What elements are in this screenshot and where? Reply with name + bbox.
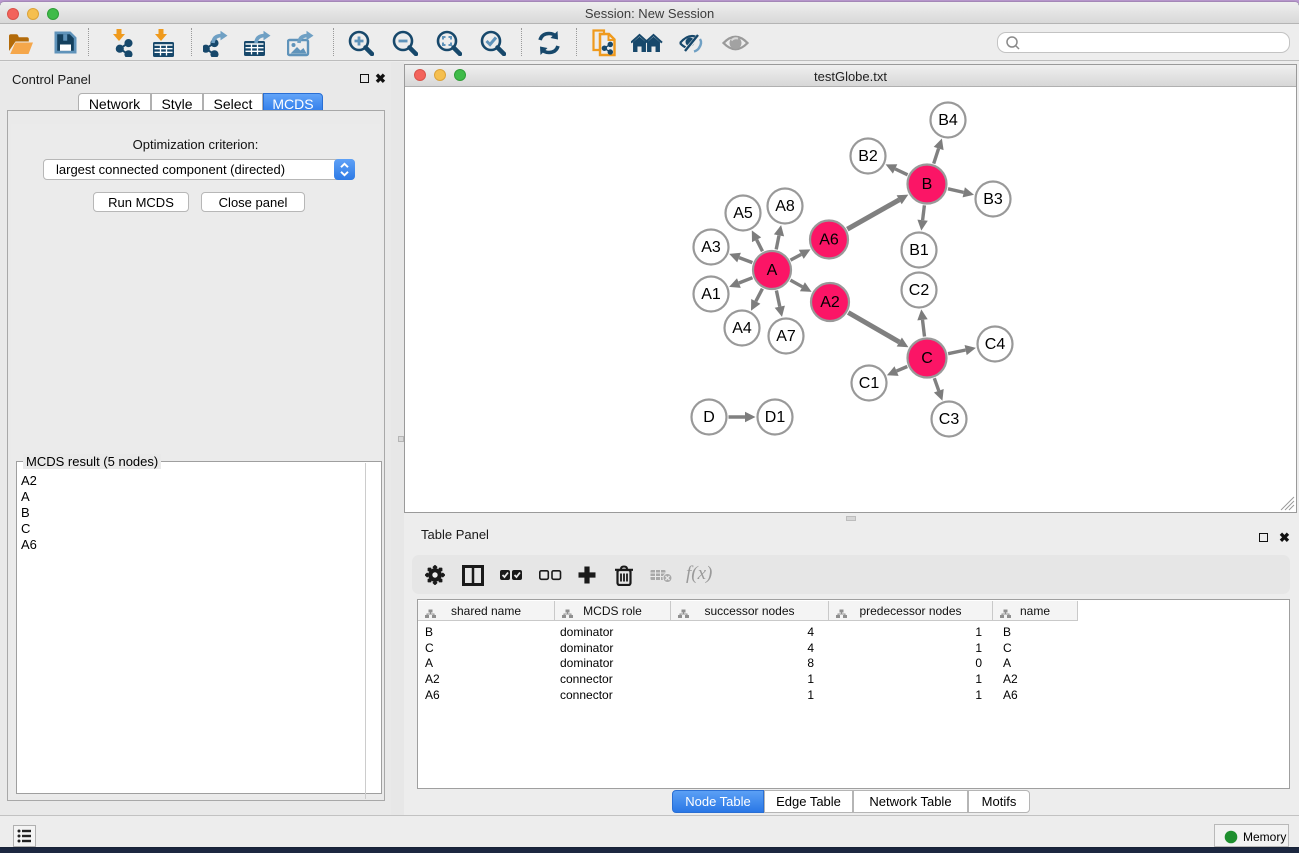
svg-text:A3: A3: [701, 239, 721, 256]
svg-text:D1: D1: [765, 409, 786, 426]
svg-text:A1: A1: [701, 286, 721, 303]
svg-text:B2: B2: [858, 148, 878, 165]
svg-text:A5: A5: [733, 205, 753, 222]
svg-text:B4: B4: [938, 112, 958, 129]
svg-text:A7: A7: [776, 328, 796, 345]
svg-text:B3: B3: [983, 191, 1003, 208]
svg-text:B: B: [922, 176, 933, 193]
svg-text:D: D: [703, 409, 715, 426]
svg-text:C3: C3: [939, 411, 960, 428]
svg-text:A2: A2: [820, 294, 840, 311]
svg-text:C2: C2: [909, 282, 930, 299]
svg-text:C4: C4: [985, 336, 1006, 353]
svg-text:A6: A6: [819, 232, 839, 249]
svg-text:B1: B1: [909, 242, 929, 259]
svg-text:C: C: [921, 350, 933, 367]
svg-text:A: A: [767, 262, 778, 279]
svg-text:A8: A8: [775, 198, 795, 215]
svg-text:C1: C1: [859, 375, 880, 392]
svg-text:A4: A4: [732, 320, 752, 337]
